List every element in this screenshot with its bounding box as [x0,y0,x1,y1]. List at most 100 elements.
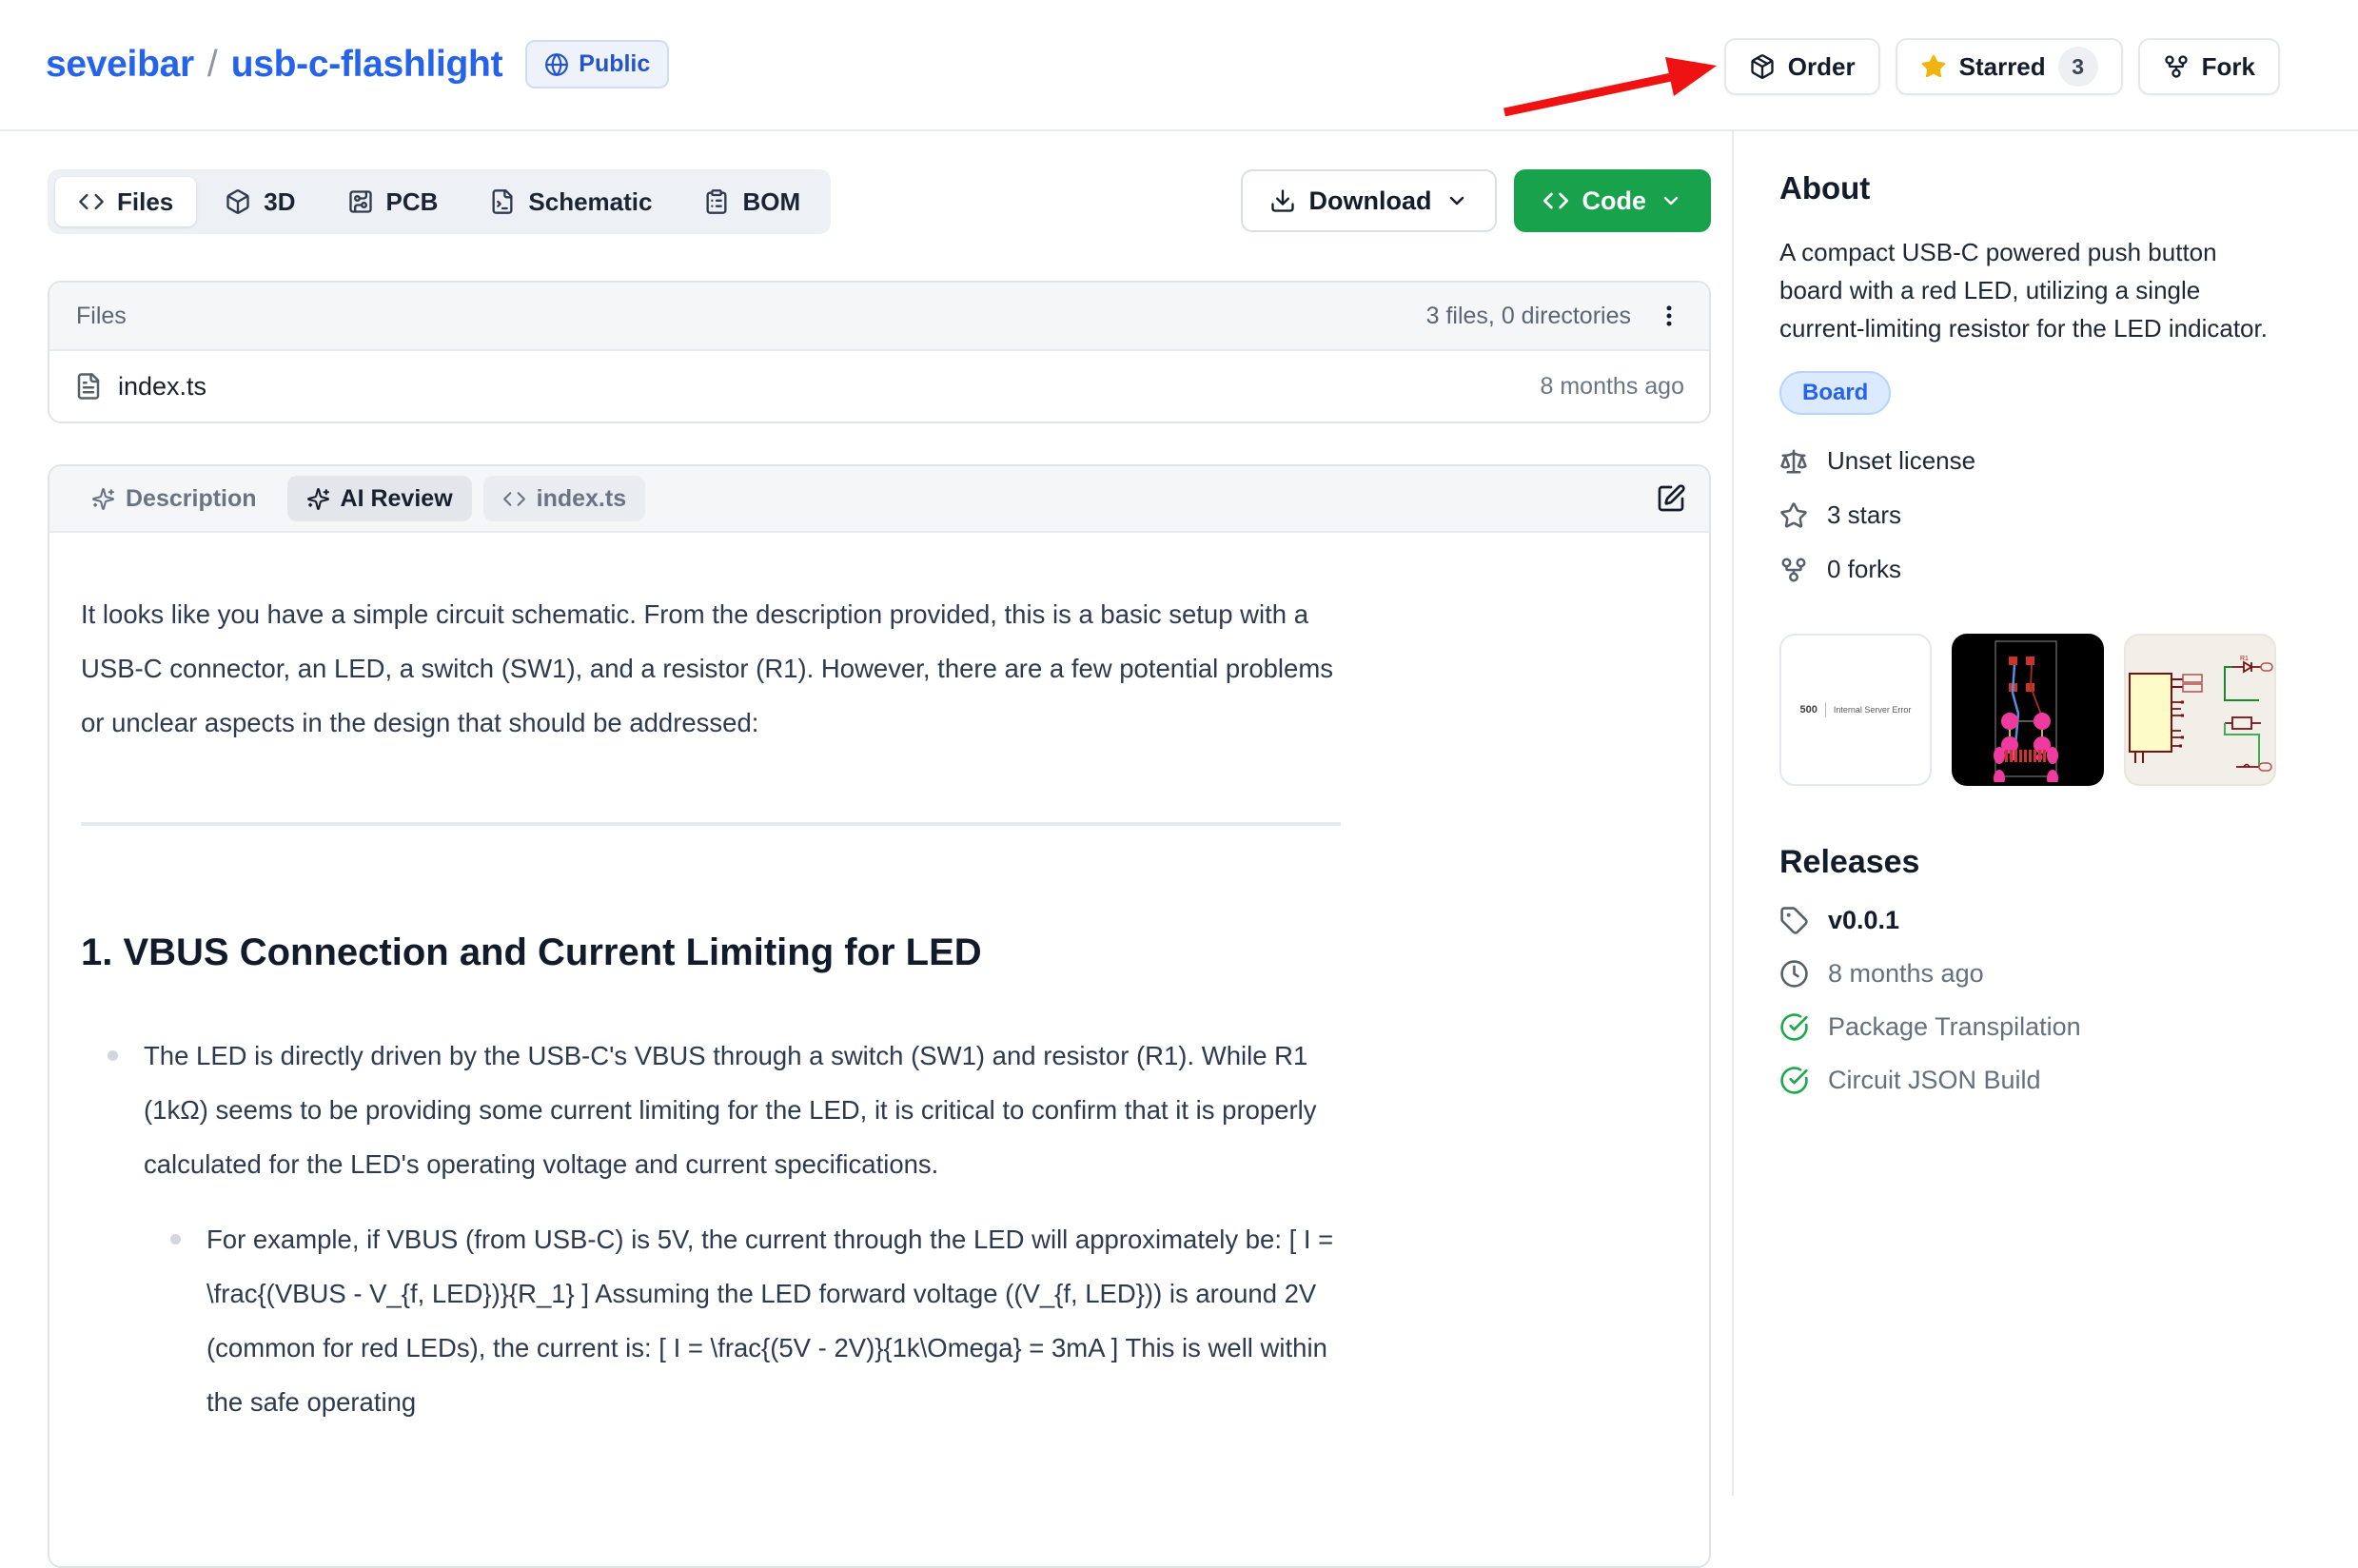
owner-link[interactable]: seveibar [46,44,194,86]
repo-meta: Unset license 3 stars 0 forks [1779,446,2284,584]
error-divider [1825,702,1826,717]
circuit-board-icon [347,188,374,215]
tab-label: Description [126,485,257,513]
tab-description[interactable]: Description [72,476,276,521]
pcb-preview-thumbnail[interactable] [1952,634,2104,786]
tab-schematic[interactable]: Schematic [466,177,675,226]
tab-label: BOM [742,187,800,217]
review-list: The LED is directly driven by the USB-C'… [81,1029,1341,1429]
release-check-row: Package Transpilation [1779,1012,2284,1042]
fork-label: Fork [2202,52,2255,82]
sparkles-icon [91,487,115,511]
header-actions: Order Starred 3 Fork [1724,38,2280,95]
list-item: The LED is directly driven by the USB-C'… [144,1029,1341,1429]
fork-icon [2163,53,2190,80]
tag-icon [1779,906,1809,935]
schematic-preview-image: R1 [2126,636,2274,784]
code-icon [1543,187,1569,214]
repo-link[interactable]: usb-c-flashlight [231,44,503,86]
content-panel: Description AI Review index.ts It looks … [48,464,1711,1568]
tab-index-ts[interactable]: index.ts [483,476,645,521]
tab-label: Files [117,187,173,217]
files-summary: 3 files, 0 directories [1426,303,1631,330]
tab-3d[interactable]: 3D [202,177,318,226]
order-label: Order [1788,52,1856,82]
release-date: 8 months ago [1828,959,1984,989]
chevron-down-icon [1445,189,1468,212]
content-tabs: Description AI Review index.ts [49,466,1709,533]
download-button[interactable]: Download [1241,169,1497,232]
files-panel: Files 3 files, 0 directories index.ts 8 … [48,281,1711,423]
release-check-row: Circuit JSON Build [1779,1066,2284,1095]
star-count-badge: 3 [2058,47,2098,87]
license-label: Unset license [1827,446,1975,476]
tab-label: Schematic [528,187,652,217]
star-outline-icon [1779,501,1808,530]
tab-label: AI Review [341,485,453,513]
stars-label: 3 stars [1827,500,1901,530]
release-version: v0.0.1 [1828,906,1899,935]
file-row[interactable]: index.ts 8 months ago [49,351,1709,421]
starred-button[interactable]: Starred 3 [1896,38,2123,95]
files-menu-button[interactable] [1656,303,1682,329]
release-date-row: 8 months ago [1779,959,2284,989]
view-tabs: Files 3D PCB Schematic BOM [48,169,831,234]
file-icon [74,372,103,401]
toolbar-actions: Download Code [1241,169,1712,232]
starred-label: Starred [1959,52,2046,82]
breadcrumb: seveibar / usb-c-flashlight Public [46,40,669,88]
fork-icon [1779,556,1808,584]
list-item: For example, if VBUS (from USB-C) is 5V,… [206,1212,1341,1429]
about-description: A compact USB-C powered push button boar… [1779,233,2284,347]
forks-row[interactable]: 0 forks [1779,555,2284,584]
edit-icon [1656,483,1686,514]
page-header: seveibar / usb-c-flashlight Public Order… [0,0,2358,131]
3d-preview-thumbnail[interactable]: 500 Internal Server Error [1779,634,1932,786]
main-column: Files 3D PCB Schematic BOM Downloa [48,169,1711,1568]
download-label: Download [1309,186,1432,216]
release-check-label: Circuit JSON Build [1828,1066,2041,1095]
tab-files[interactable]: Files [55,177,196,226]
tab-pcb[interactable]: PCB [324,177,462,226]
code-icon [78,188,105,215]
check-circle-icon [1779,1012,1809,1042]
schematic-preview-thumbnail[interactable]: R1 [2124,634,2276,786]
package-icon [1749,53,1776,80]
globe-icon [544,52,569,77]
order-button[interactable]: Order [1724,38,1880,95]
main-sidebar-divider [1732,131,1734,1496]
tab-label: PCB [386,187,439,217]
list-item-text: For example, if VBUS (from USB-C) is 5V,… [206,1225,1333,1417]
forks-label: 0 forks [1827,555,1901,584]
file-updated: 8 months ago [1541,373,1685,401]
tab-label: 3D [264,187,295,217]
cube-icon [225,188,251,215]
chevron-down-icon [1660,189,1682,212]
edit-button[interactable] [1656,483,1686,514]
fork-button[interactable]: Fork [2138,38,2280,95]
board-tag[interactable]: Board [1779,371,1891,415]
license-row: Unset license [1779,446,2284,476]
content-divider [81,822,1341,826]
error-message: Internal Server Error [1834,705,1912,715]
breadcrumb-separator: / [207,44,218,86]
release-check-label: Package Transpilation [1828,1012,2081,1042]
releases-title: Releases [1779,844,2284,881]
sparkles-icon [306,487,330,511]
pcb-preview-image [1952,634,2100,782]
preview-thumbnails: 500 Internal Server Error [1779,634,2284,786]
tab-ai-review[interactable]: AI Review [287,476,472,521]
clock-icon [1779,959,1809,989]
download-icon [1269,187,1296,214]
tab-bom[interactable]: BOM [680,177,823,226]
release-version-row[interactable]: v0.0.1 [1779,906,2284,935]
about-title: About [1779,170,2284,206]
scale-icon [1779,447,1808,476]
section-heading: 1. VBUS Connection and Current Limiting … [81,929,1341,976]
kebab-icon [1656,303,1682,329]
sidebar: About A compact USB-C powered push butto… [1779,170,2284,1095]
files-panel-title: Files [76,303,127,330]
tab-label: index.ts [537,485,626,513]
code-button[interactable]: Code [1514,169,1712,232]
stars-row[interactable]: 3 stars [1779,500,2284,530]
